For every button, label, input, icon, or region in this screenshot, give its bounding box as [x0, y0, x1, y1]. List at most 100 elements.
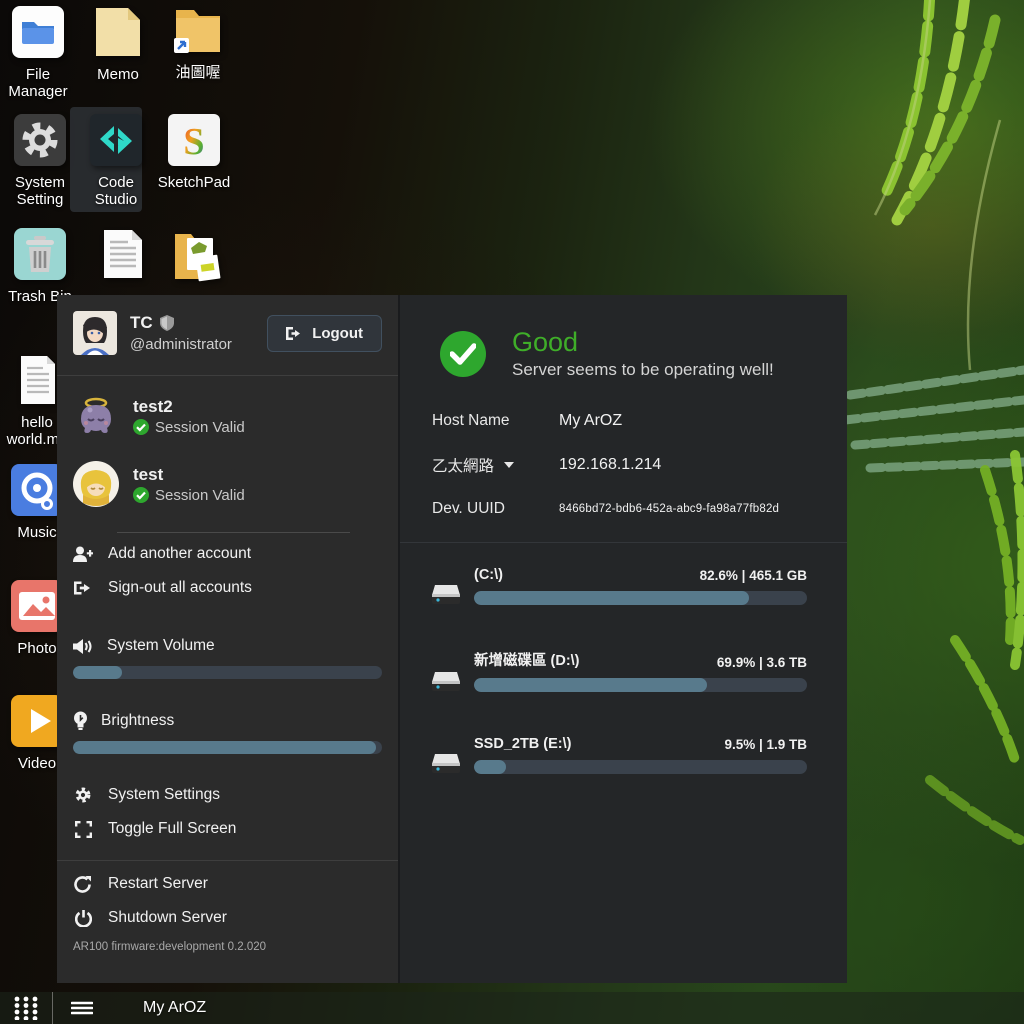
info-row-network: 乙太網路 192.168.1.214 [432, 454, 847, 476]
disk-usage: 9.5% | 1.9 TB [724, 737, 807, 752]
volume-fill [73, 666, 122, 679]
logout-icon [286, 326, 303, 341]
signout-icon [74, 580, 92, 596]
divider [117, 532, 350, 533]
desktop-icon-document[interactable] [82, 226, 162, 288]
brightness-label: Brightness [101, 712, 174, 730]
divider [57, 860, 398, 861]
app-launcher-button[interactable] [0, 992, 52, 1024]
divider [57, 375, 398, 376]
server-info: Host Name My ArOZ 乙太網路 192.168.1.214 Dev… [400, 390, 847, 518]
logout-button[interactable]: Logout [267, 315, 382, 352]
desktop-icon-trash[interactable]: Trash Bin [0, 226, 80, 305]
status-header: Good Server seems to be operating well! [400, 295, 847, 390]
document-icon [94, 226, 150, 282]
desktop-icon-shortcut-folder[interactable]: 油圖喔 [158, 2, 238, 81]
admin-shield-icon [160, 315, 174, 331]
system-settings-item[interactable]: System Settings [57, 778, 398, 812]
restart-server-item[interactable]: Restart Server [57, 867, 398, 901]
chevron-down-icon [504, 462, 514, 468]
status-check-icon [440, 331, 486, 377]
desktop-icon-label: Code Studio [76, 174, 156, 208]
disk-usage-bar [474, 678, 807, 692]
hard-drive-icon [430, 583, 462, 607]
add-account-label: Add another account [108, 545, 251, 563]
add-account-item[interactable]: Add another account [57, 537, 398, 571]
disk-usage: 69.9% | 3.6 TB [717, 655, 807, 670]
volume-slider[interactable] [73, 666, 382, 679]
status-text: Good Server seems to be operating well! [512, 327, 774, 380]
speaker-icon [73, 638, 94, 655]
menu-button[interactable] [53, 992, 111, 1024]
trash-icon [12, 226, 68, 282]
disk-name: SSD_2TB (E:\) [474, 736, 572, 752]
svg-text:S: S [183, 121, 204, 163]
desktop-icon-photos-folder[interactable] [155, 226, 235, 288]
disk-row-c: (C:\) 82.6% | 465.1 GB [400, 549, 847, 615]
account-name: test2 [133, 397, 245, 417]
restart-server-label: Restart Server [108, 875, 208, 893]
disk-name: 新增磁碟區 (D:\) [474, 649, 580, 670]
restart-icon [74, 876, 92, 893]
disk-name: (C:\) [474, 567, 503, 583]
info-value: My ArOZ [559, 412, 622, 430]
signout-all-label: Sign-out all accounts [108, 579, 252, 597]
disk-usage: 82.6% | 465.1 GB [700, 568, 807, 583]
user-handle: @administrator [130, 336, 267, 353]
taskbar-title: My ArOZ [143, 999, 206, 1017]
desktop-icon-label: File Manager [0, 66, 78, 100]
user-menu-panel: TC @administrator Logout test2 Session V… [57, 295, 398, 983]
volume-label: System Volume [107, 637, 215, 655]
hard-drive-icon [430, 670, 462, 694]
desktop-icon-sketchpad[interactable]: S SketchPad [154, 112, 234, 191]
brightness-block: Brightness [57, 705, 398, 756]
gear-icon [74, 786, 92, 804]
shortcut-folder-icon [170, 2, 226, 58]
brightness-slider[interactable] [73, 741, 382, 754]
session-valid-icon [133, 419, 149, 435]
desktop-icon-label: 油圖喔 [158, 64, 238, 81]
grid-icon [12, 996, 40, 1020]
desktop-icon-label: SketchPad [154, 174, 234, 191]
status-message: Server seems to be operating well! [512, 360, 774, 380]
info-value: 8466bd72-bdb6-452a-abc9-fa98a77fb82d [559, 503, 779, 515]
account-name: test [133, 465, 245, 485]
divider [400, 542, 847, 543]
add-user-icon [73, 546, 93, 562]
toggle-fullscreen-item[interactable]: Toggle Full Screen [57, 812, 398, 846]
volume-block: System Volume [57, 631, 398, 681]
info-value: 192.168.1.214 [559, 456, 661, 474]
hamburger-icon [71, 1001, 93, 1015]
disk-usage-bar [474, 591, 807, 605]
disk-row-d: 新增磁碟區 (D:\) 69.9% | 3.6 TB [400, 631, 847, 702]
disk-usage-bar [474, 760, 807, 774]
account-info: test Session Valid [133, 465, 245, 504]
desktop-icon-file-manager[interactable]: File Manager [0, 4, 78, 100]
signout-all-item[interactable]: Sign-out all accounts [57, 571, 398, 605]
info-label: Dev. UUID [432, 500, 559, 518]
disk-usage-fill [474, 760, 506, 774]
disk-usage-fill [474, 678, 707, 692]
status-state: Good [512, 327, 774, 358]
account-row-test[interactable]: test Session Valid [57, 450, 398, 518]
desktop-icon-code-studio[interactable]: Code Studio [76, 112, 156, 208]
toggle-fullscreen-label: Toggle Full Screen [108, 820, 236, 838]
bulb-icon [73, 711, 88, 730]
memo-icon [90, 4, 146, 60]
info-row-hostname: Host Name My ArOZ [432, 412, 847, 430]
account-status: Session Valid [155, 419, 245, 436]
desktop-icon-memo[interactable]: Memo [78, 4, 158, 83]
account-info: test2 Session Valid [133, 397, 245, 436]
firmware-version: AR100 firmware:development 0.2.020 [57, 935, 398, 953]
info-row-uuid: Dev. UUID 8466bd72-bdb6-452a-abc9-fa98a7… [432, 500, 847, 518]
desktop-icon-label: System Setting [0, 174, 80, 208]
account-row-test2[interactable]: test2 Session Valid [57, 382, 398, 450]
shutdown-server-label: Shutdown Server [108, 909, 227, 927]
desktop-icon-system-setting[interactable]: System Setting [0, 112, 80, 208]
shutdown-server-item[interactable]: Shutdown Server [57, 901, 398, 935]
file-manager-icon [10, 4, 66, 60]
sketchpad-icon: S [166, 112, 222, 168]
network-dropdown[interactable]: 乙太網路 [432, 454, 559, 476]
disk-row-e: SSD_2TB (E:\) 9.5% | 1.9 TB [400, 718, 847, 784]
code-studio-icon [88, 112, 144, 168]
